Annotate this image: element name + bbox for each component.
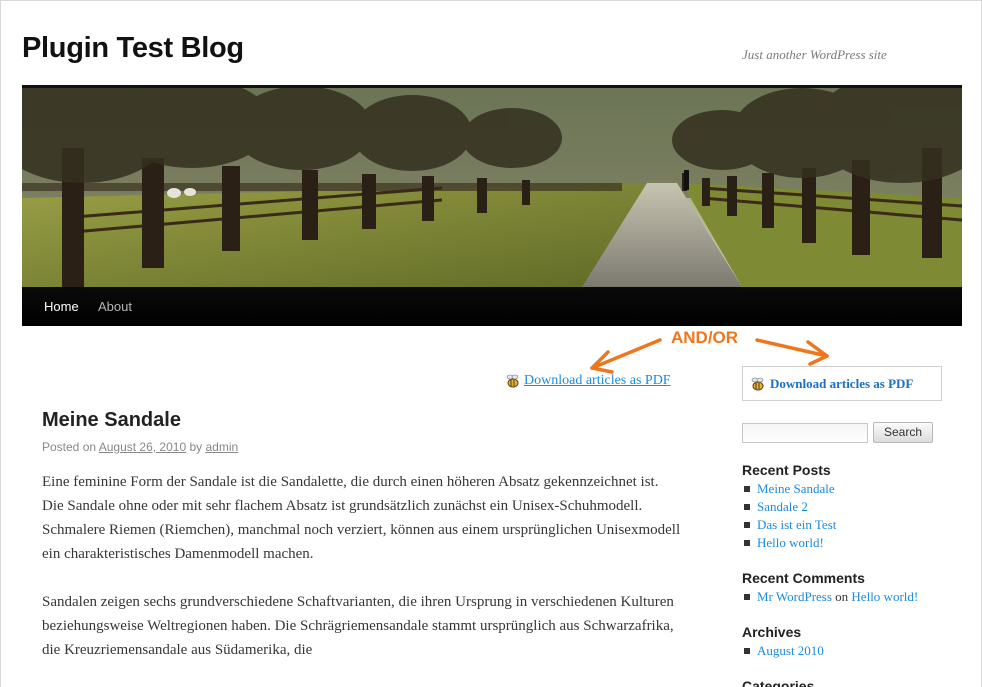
comment-author-link[interactable]: Mr WordPress xyxy=(757,589,832,604)
post-author-link[interactable]: admin xyxy=(206,440,239,454)
comment-on-label: on xyxy=(835,589,849,604)
arrow-left xyxy=(590,338,662,370)
header-image-avenue xyxy=(22,88,962,287)
list-item: August 2010 xyxy=(742,642,824,660)
download-articles-link[interactable]: Download articles as PDF xyxy=(524,373,671,389)
frame-left xyxy=(0,0,1,687)
recent-post-link[interactable]: Das ist ein Test xyxy=(757,517,836,532)
pdf-bee-icon xyxy=(750,376,766,392)
archives-title: Archives xyxy=(742,624,802,640)
by-label: by xyxy=(189,440,203,454)
site-description: Just another WordPress site xyxy=(742,47,887,62)
list-item: Hello world! xyxy=(742,534,836,552)
recent-posts-list: Meine Sandale Sandale 2 Das ist ein Test… xyxy=(742,480,836,552)
header-image xyxy=(22,85,962,287)
site-title[interactable]: Plugin Test Blog xyxy=(22,32,244,65)
post-paragraph: Sandalen zeigen sechs grundverschiedene … xyxy=(42,594,674,658)
nav-item-about[interactable]: About xyxy=(98,299,132,314)
arrow-right xyxy=(755,338,829,358)
recent-post-link[interactable]: Hello world! xyxy=(757,535,824,550)
post-meta: Posted on August 26, 2010 by admin xyxy=(42,440,238,454)
main-navigation: Home About xyxy=(22,287,962,326)
post-paragraph: Eine feminine Form der Sandale ist die S… xyxy=(42,474,681,562)
list-item: Sandale 2 xyxy=(742,498,836,516)
search-button[interactable]: Search xyxy=(873,422,933,443)
list-item: Das ist ein Test xyxy=(742,516,836,534)
list-item: Mr WordPress on Hello world! xyxy=(742,588,918,606)
recent-comments-title: Recent Comments xyxy=(742,570,865,586)
categories-title: Categories xyxy=(742,678,815,687)
arrow-left-head xyxy=(590,350,614,374)
annotation-label: AND/OR xyxy=(671,328,739,347)
download-inline: Download articles as PDF xyxy=(505,373,671,389)
archive-link[interactable]: August 2010 xyxy=(757,643,824,658)
post-title[interactable]: Meine Sandale xyxy=(42,409,181,432)
list-item: Meine Sandale xyxy=(742,480,836,498)
posted-on-label: Posted on xyxy=(42,440,97,454)
recent-post-link[interactable]: Meine Sandale xyxy=(757,481,835,496)
recent-posts-title: Recent Posts xyxy=(742,462,831,478)
download-widget: Download articles as PDF xyxy=(742,366,942,401)
post-date-link[interactable]: August 26, 2010 xyxy=(99,440,186,454)
pdf-bee-icon xyxy=(505,373,521,389)
post-content: Eine feminine Form der Sandale ist die S… xyxy=(42,470,682,686)
search-input[interactable] xyxy=(742,423,868,443)
archives-list: August 2010 xyxy=(742,642,824,660)
comment-post-link[interactable]: Hello world! xyxy=(851,589,918,604)
arrow-right-head xyxy=(806,340,829,366)
download-articles-widget-link[interactable]: Download articles as PDF xyxy=(770,376,913,392)
recent-comments-list: Mr WordPress on Hello world! xyxy=(742,588,918,606)
nav-item-home[interactable]: Home xyxy=(44,299,79,314)
frame-top xyxy=(0,0,982,1)
recent-post-link[interactable]: Sandale 2 xyxy=(757,499,808,514)
